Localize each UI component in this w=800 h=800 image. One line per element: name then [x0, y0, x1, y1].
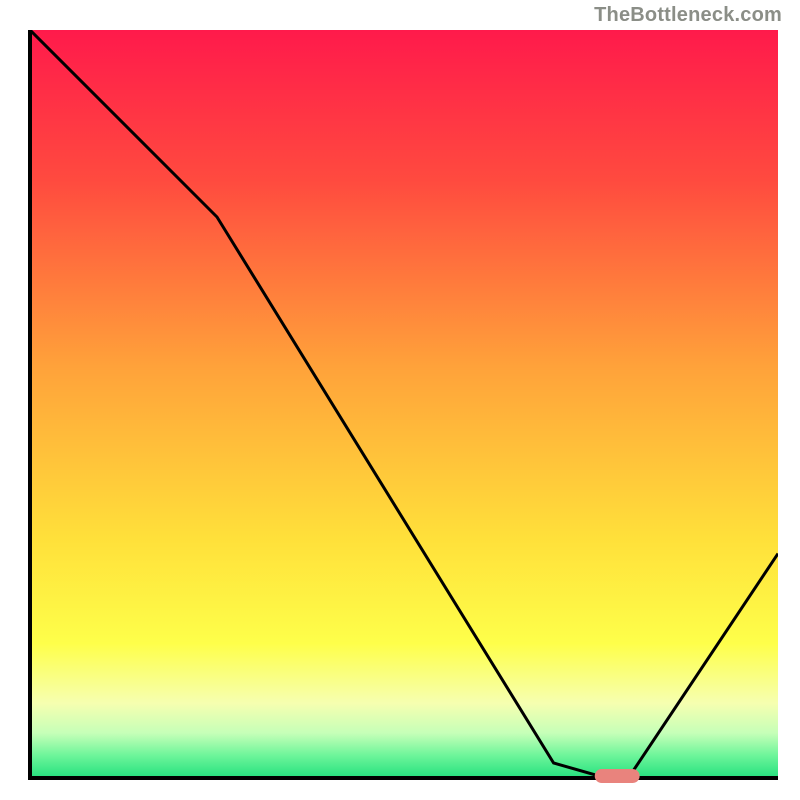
attribution-watermark: TheBottleneck.com	[594, 4, 782, 27]
chart-container: TheBottleneck.com	[0, 0, 800, 800]
optimal-range-marker	[595, 769, 640, 783]
chart-svg	[0, 0, 800, 800]
